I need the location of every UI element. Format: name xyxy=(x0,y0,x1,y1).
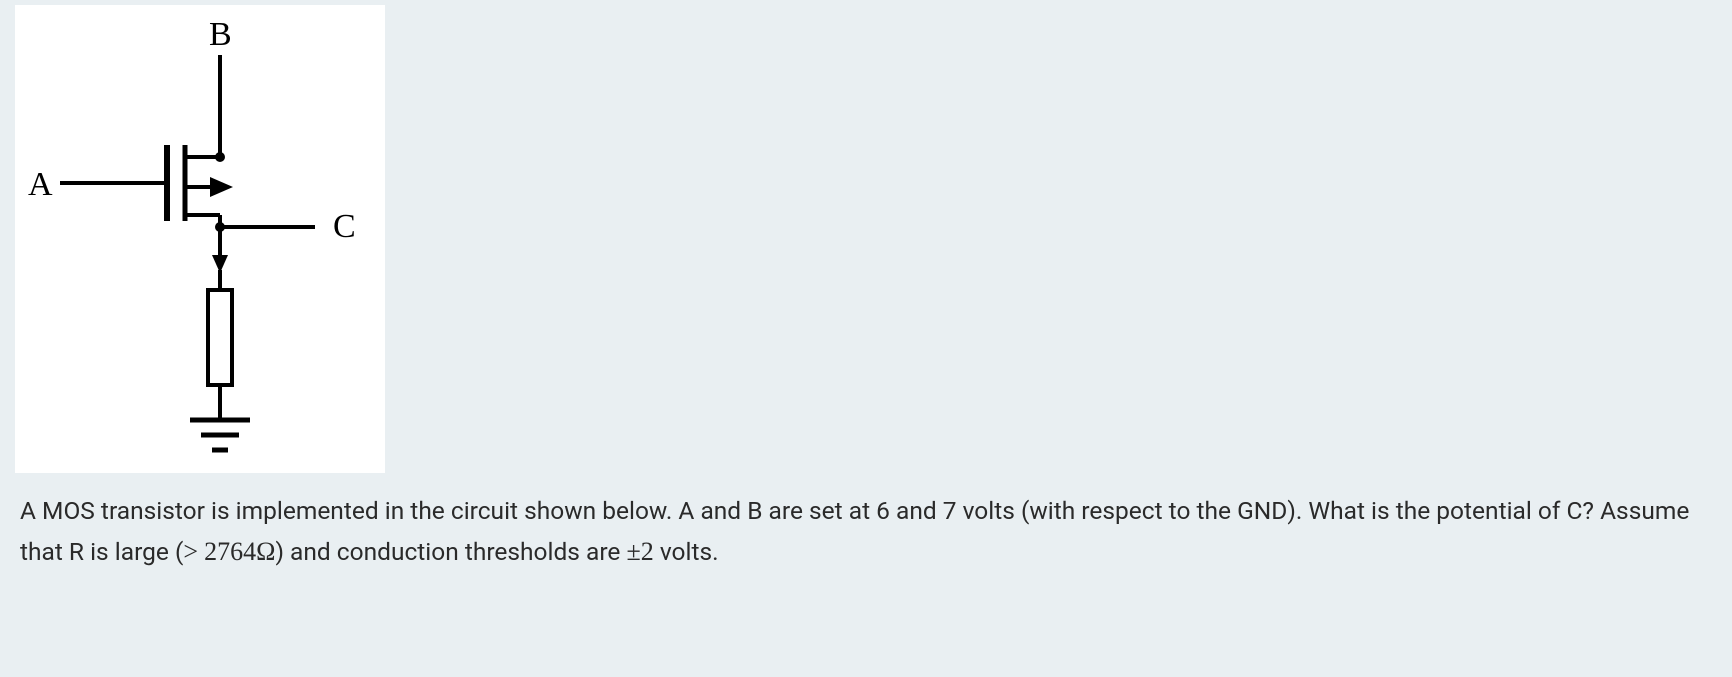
label-output: C xyxy=(333,208,356,245)
gt-symbol: > xyxy=(183,537,198,566)
resistance-value: 2764 xyxy=(204,537,256,566)
question-text: A MOS transistor is implemented in the c… xyxy=(0,473,1732,592)
circuit-diagram: B A C xyxy=(15,5,385,473)
label-drain: B xyxy=(209,16,232,53)
omega-symbol xyxy=(256,537,275,566)
label-gate: A xyxy=(28,166,53,203)
threshold-value: 2 xyxy=(641,537,654,566)
plusminus-symbol xyxy=(626,537,640,566)
mosfet-circuit-svg: B A C xyxy=(15,5,385,473)
question-part2: ) and conduction thresholds are xyxy=(275,537,626,566)
question-part3: volts. xyxy=(654,537,719,566)
resistor xyxy=(208,290,232,385)
